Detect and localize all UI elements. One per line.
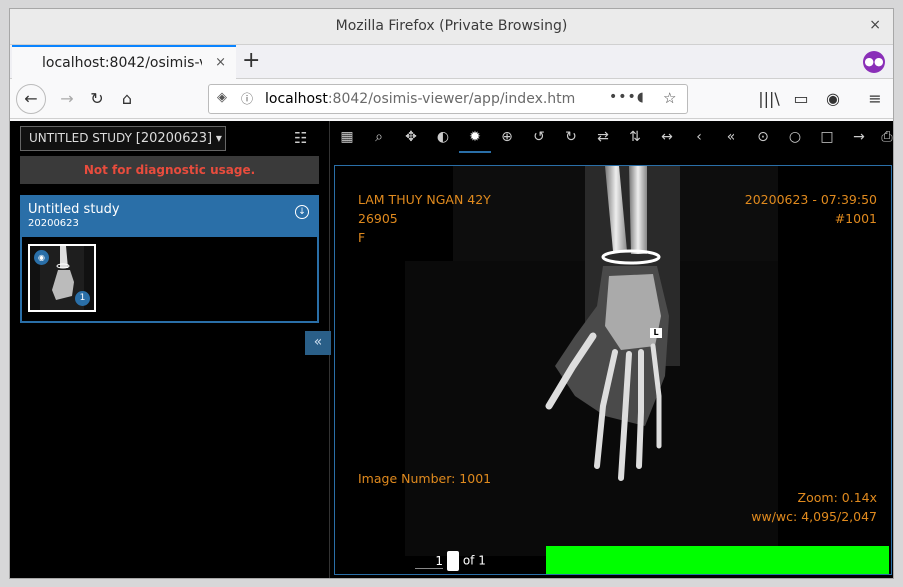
overlay-bottom-left: Image Number: 1001 bbox=[358, 469, 491, 488]
study-select[interactable]: UNTITLED STUDY [20200623] ▾ bbox=[20, 126, 226, 151]
title-bar: Mozilla Firefox (Private Browsing) × bbox=[10, 9, 893, 45]
flip-horizontal-icon[interactable]: ⇄ bbox=[587, 121, 619, 153]
patient-sex: F bbox=[358, 230, 366, 245]
collapse-sidebar-button[interactable]: « bbox=[305, 331, 331, 355]
url-bar[interactable]: ◈ ⓘ localhost:8042/osimis-viewer/app/ind… bbox=[208, 84, 688, 114]
close-window-icon[interactable]: × bbox=[869, 17, 881, 33]
nav-bar: ← → ↻ ⌂ ◈ ⓘ localhost:8042/osimis-viewer… bbox=[10, 79, 893, 119]
new-tab-button[interactable]: + bbox=[242, 48, 260, 73]
close-tab-icon[interactable]: × bbox=[215, 55, 226, 70]
page-total: of 1 bbox=[462, 553, 486, 568]
window-level: ww/wc: 4,095/2,047 bbox=[751, 509, 877, 524]
study-datetime: 20200623 - 07:39:50 bbox=[744, 192, 877, 207]
osimis-viewer: UNTITLED STUDY [20200623] ▾ ☷ Not for di… bbox=[10, 121, 893, 578]
menu-icon[interactable]: ≡ bbox=[862, 86, 888, 112]
download-icon[interactable]: ↓ bbox=[295, 205, 309, 219]
image-viewport[interactable]: L LAM THUY NGAN 42Y 26905 F 20200623 - 0… bbox=[334, 165, 892, 575]
bookmark-star-icon[interactable]: ☆ bbox=[663, 89, 676, 107]
instance-number: #1001 bbox=[834, 211, 877, 226]
pocket-icon[interactable]: ◖ bbox=[637, 90, 644, 105]
url-text[interactable]: localhost:8042/osimis-viewer/app/index.h… bbox=[265, 91, 575, 107]
tab-osimis[interactable]: localhost:8042/osimis-vie × bbox=[12, 45, 236, 79]
account-icon[interactable]: ◉ bbox=[820, 86, 846, 112]
first-icon[interactable]: « bbox=[715, 121, 747, 153]
image-number: Image Number: 1001 bbox=[358, 471, 492, 486]
back-button[interactable]: ← bbox=[16, 84, 46, 114]
rotate-left-icon[interactable]: ↺ bbox=[523, 121, 555, 153]
zoom-level: Zoom: 0.14x bbox=[797, 490, 877, 505]
study-card[interactable]: Untitled study 20200623 ↓ ◉ 1 bbox=[20, 195, 319, 323]
sidebar-icon[interactable]: ▭ bbox=[788, 86, 814, 112]
series-thumbnail[interactable]: ◉ 1 bbox=[28, 244, 96, 312]
rotate-right-icon[interactable]: ↻ bbox=[555, 121, 587, 153]
layout-grid-icon[interactable]: ▦ bbox=[331, 121, 363, 153]
laterality-marker: L bbox=[650, 328, 662, 338]
previous-icon[interactable]: ‹ bbox=[683, 121, 715, 153]
length-icon[interactable]: ↔ bbox=[651, 121, 683, 153]
circle-icon[interactable]: ○ bbox=[779, 121, 811, 153]
search-icon[interactable]: ⌕ bbox=[363, 121, 395, 153]
tab-label: localhost:8042/osimis-vie bbox=[42, 55, 202, 71]
loading-progress-bar bbox=[546, 546, 889, 574]
list-view-icon[interactable]: ☷ bbox=[294, 129, 307, 147]
windowing-icon[interactable]: ✹ bbox=[459, 121, 491, 153]
page-actions-icon[interactable]: ••• bbox=[609, 89, 637, 105]
home-button[interactable]: ⌂ bbox=[114, 86, 140, 112]
page-input[interactable]: 1 bbox=[415, 554, 443, 569]
print-icon[interactable]: ⎙ bbox=[871, 121, 893, 153]
patient-id: 26905 bbox=[358, 211, 398, 226]
patient-name: LAM THUY NGAN 42Y bbox=[358, 192, 491, 207]
forward-button[interactable]: → bbox=[54, 86, 80, 112]
diagnostic-warning: Not for diagnostic usage. bbox=[20, 156, 319, 184]
image-pager: 1 of 1 bbox=[415, 551, 486, 571]
shield-icon[interactable]: ◈ bbox=[217, 90, 227, 105]
zoom-in-icon[interactable]: ⊕ bbox=[491, 121, 523, 153]
rectangle-icon[interactable]: □ bbox=[811, 121, 843, 153]
study-date: 20200623 bbox=[28, 218, 79, 229]
window-title: Mozilla Firefox (Private Browsing) bbox=[335, 18, 568, 34]
viewer-toolbar: ▦ ⌕ ✥ ◐ ✹ ⊕ ↺ ↻ ⇄ ⇅ ↔ ‹ « ⊙ ○ □ → ⎙ bbox=[331, 121, 893, 153]
info-icon[interactable]: ⓘ bbox=[241, 90, 253, 107]
contrast-icon[interactable]: ◐ bbox=[427, 121, 459, 153]
point-icon[interactable]: ⊙ bbox=[747, 121, 779, 153]
overlay-top-right: 20200623 - 07:39:50 #1001 bbox=[745, 190, 877, 228]
browser-window: Mozilla Firefox (Private Browsing) × loc… bbox=[9, 8, 894, 579]
study-header: Untitled study 20200623 ↓ bbox=[22, 197, 317, 237]
overlay-bottom-right: Zoom: 0.14x ww/wc: 4,095/2,047 bbox=[751, 488, 877, 526]
page-spinner-icon[interactable] bbox=[447, 551, 459, 571]
instance-count-badge: 1 bbox=[75, 291, 90, 306]
overlay-top-left: LAM THUY NGAN 42Y 26905 F bbox=[358, 190, 491, 247]
reload-button[interactable]: ↻ bbox=[84, 86, 110, 112]
flip-vertical-icon[interactable]: ⇅ bbox=[619, 121, 651, 153]
private-browsing-icon: ●● bbox=[863, 51, 885, 73]
study-name: Untitled study bbox=[28, 202, 120, 217]
tab-bar: localhost:8042/osimis-vie × + ●● bbox=[10, 45, 893, 79]
eye-icon: ◉ bbox=[34, 250, 49, 265]
pan-icon[interactable]: ✥ bbox=[395, 121, 427, 153]
library-icon[interactable]: |||\ bbox=[756, 86, 782, 112]
study-sidebar: UNTITLED STUDY [20200623] ▾ ☷ Not for di… bbox=[10, 121, 331, 578]
